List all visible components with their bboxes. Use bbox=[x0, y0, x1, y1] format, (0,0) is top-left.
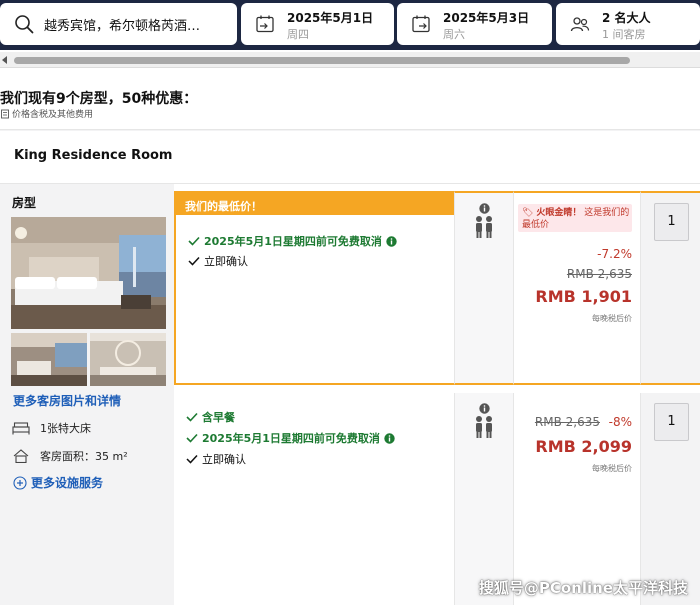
room-photo-thumb-2[interactable] bbox=[90, 333, 166, 386]
bed-feature: 1张特大床 bbox=[12, 420, 91, 436]
room-type-label: 房型 bbox=[12, 196, 37, 210]
destination-text: 越秀宾馆，希尔顿格芮酒… bbox=[44, 19, 201, 34]
fire-eye-icon: 🏷 bbox=[522, 208, 534, 218]
plus-circle-icon bbox=[13, 475, 27, 490]
room-photo-main[interactable] bbox=[11, 217, 166, 329]
per-night-label: 每晚税后价 bbox=[592, 314, 632, 323]
rate-option-2: 含早餐 2025年5月1日星期四前可免费取消 立即确认 RMB 2,635 -8… bbox=[174, 393, 700, 605]
current-price: RMB 2,099 bbox=[535, 437, 632, 456]
free-cancel-perk: 2025年5月1日星期四前可免费取消 bbox=[188, 233, 397, 249]
room-name: King Residence Room bbox=[14, 148, 173, 163]
instant-confirm-perk: 立即确认 bbox=[188, 253, 248, 269]
perk-text: 含早餐 bbox=[202, 411, 235, 424]
scroll-left-arrow-icon[interactable] bbox=[2, 56, 7, 64]
calendar-in-icon bbox=[256, 15, 274, 33]
free-cancel-perk: 2025年5月1日星期四前可免费取消 bbox=[186, 430, 395, 446]
room-photo-thumb-1[interactable] bbox=[11, 333, 87, 386]
house-icon bbox=[13, 449, 29, 463]
instant-confirm-perk: 立即确认 bbox=[186, 451, 246, 467]
guests-field[interactable]: 2 名大人 1 间客房 bbox=[556, 3, 700, 45]
room-info-panel: 房型 更多客房图片和详情 1张特大床 客房面积：35 m² 更多设施服务 bbox=[0, 184, 174, 605]
current-price: RMB 1,901 bbox=[535, 287, 632, 306]
room-photo-bedroom bbox=[11, 217, 166, 329]
discount-percent: -8% bbox=[608, 415, 632, 429]
room-photo-bathroom bbox=[90, 333, 166, 386]
perk-text: 2025年5月1日星期四前可免费取消 bbox=[202, 432, 380, 445]
check-icon bbox=[188, 256, 200, 266]
original-price: RMB 2,635 bbox=[534, 415, 600, 429]
bed-text: 1张特大床 bbox=[40, 422, 91, 435]
price-note: 价格含税及其他费用 bbox=[0, 107, 93, 120]
info-icon[interactable] bbox=[479, 203, 490, 214]
check-icon bbox=[186, 454, 198, 464]
rate-1-price: 🏷 火眼金睛！ 这是我们的最低价 -7.2% RMB 2,635 RMB 1,9… bbox=[514, 191, 640, 385]
rate-option-1: 我们的最低价！ 2025年5月1日星期四前可免费取消 立即确认 🏷 火眼金睛！ … bbox=[174, 191, 700, 385]
checkin-field[interactable]: 2025年5月1日 周四 bbox=[241, 3, 394, 45]
guests-icon bbox=[570, 17, 590, 32]
scroll-thumb[interactable] bbox=[14, 57, 630, 64]
more-facilities-text: 更多设施服务 bbox=[31, 476, 104, 490]
rate-2-qty-column: 1 bbox=[640, 393, 700, 605]
room-quantity-select[interactable]: 1 bbox=[654, 203, 689, 241]
checkin-weekday: 周四 bbox=[287, 28, 309, 41]
perk-text: 立即确认 bbox=[202, 453, 246, 466]
calendar-out-icon bbox=[412, 15, 430, 33]
occupancy-column bbox=[454, 393, 514, 605]
watermark: 搜狐号@PConline太平洋科技 bbox=[478, 579, 688, 597]
per-night-label: 每晚税后价 bbox=[592, 464, 632, 473]
info-icon[interactable] bbox=[384, 432, 395, 444]
guests-rooms: 1 间客房 bbox=[602, 28, 646, 41]
rate-2-conditions: 含早餐 2025年5月1日星期四前可免费取消 立即确认 bbox=[174, 393, 454, 605]
perk-text: 立即确认 bbox=[204, 255, 248, 268]
check-icon bbox=[186, 433, 198, 443]
breakfast-perk: 含早餐 bbox=[186, 409, 235, 425]
search-icon bbox=[15, 15, 34, 34]
check-icon bbox=[186, 412, 198, 422]
price-note-text: 价格含税及其他费用 bbox=[12, 110, 94, 120]
offers-title: 我们现有9个房型，50种优惠： bbox=[0, 91, 198, 107]
checkin-date: 2025年5月1日 bbox=[287, 11, 374, 25]
bed-icon bbox=[12, 422, 30, 435]
area-text: 客房面积：35 m² bbox=[40, 450, 128, 463]
more-facilities-link[interactable]: 更多设施服务 bbox=[13, 474, 103, 491]
receipt-icon bbox=[1, 109, 9, 118]
search-bar: 越秀宾馆，希尔顿格芮酒… 2025年5月1日 周四 2025年5月3日 周六 2… bbox=[0, 0, 700, 50]
room-photo-living bbox=[11, 333, 87, 386]
info-icon[interactable] bbox=[386, 235, 397, 247]
horizontal-scrollbar[interactable] bbox=[0, 52, 700, 68]
destination-field[interactable]: 越秀宾馆，希尔顿格芮酒… bbox=[0, 3, 237, 45]
offers-header: 我们现有9个房型，50种优惠： 价格含税及其他费用 bbox=[0, 69, 700, 130]
original-price: RMB 2,635 bbox=[566, 267, 632, 281]
area-feature: 客房面积：35 m² bbox=[12, 448, 128, 464]
rate-1-conditions: 我们的最低价！ 2025年5月1日星期四前可免费取消 立即确认 bbox=[174, 191, 454, 385]
rate-2-price: RMB 2,635 -8% RMB 2,099 每晚税后价 bbox=[514, 393, 640, 605]
perk-text: 2025年5月1日星期四前可免费取消 bbox=[204, 235, 382, 248]
more-room-details-link[interactable]: 更多客房图片和详情 bbox=[13, 392, 121, 409]
occupancy-icon bbox=[476, 216, 492, 238]
best-price-banner: 我们的最低价！ bbox=[176, 193, 454, 215]
checkout-field[interactable]: 2025年5月3日 周六 bbox=[397, 3, 552, 45]
checkout-date: 2025年5月3日 bbox=[443, 11, 530, 25]
guests-adults: 2 名大人 bbox=[602, 11, 651, 25]
checkout-weekday: 周六 bbox=[443, 28, 465, 41]
occupancy-column bbox=[454, 191, 514, 385]
info-icon[interactable] bbox=[479, 403, 490, 414]
check-icon bbox=[188, 236, 200, 246]
deal-tag-bold: 火眼金睛！ bbox=[536, 208, 582, 218]
deal-tag: 🏷 火眼金睛！ 这是我们的最低价 bbox=[518, 204, 632, 232]
occupancy-icon bbox=[476, 416, 492, 438]
room-quantity-select[interactable]: 1 bbox=[654, 403, 689, 441]
discount-percent: -7.2% bbox=[597, 247, 632, 261]
rate-1-qty-column: 1 bbox=[640, 191, 700, 385]
